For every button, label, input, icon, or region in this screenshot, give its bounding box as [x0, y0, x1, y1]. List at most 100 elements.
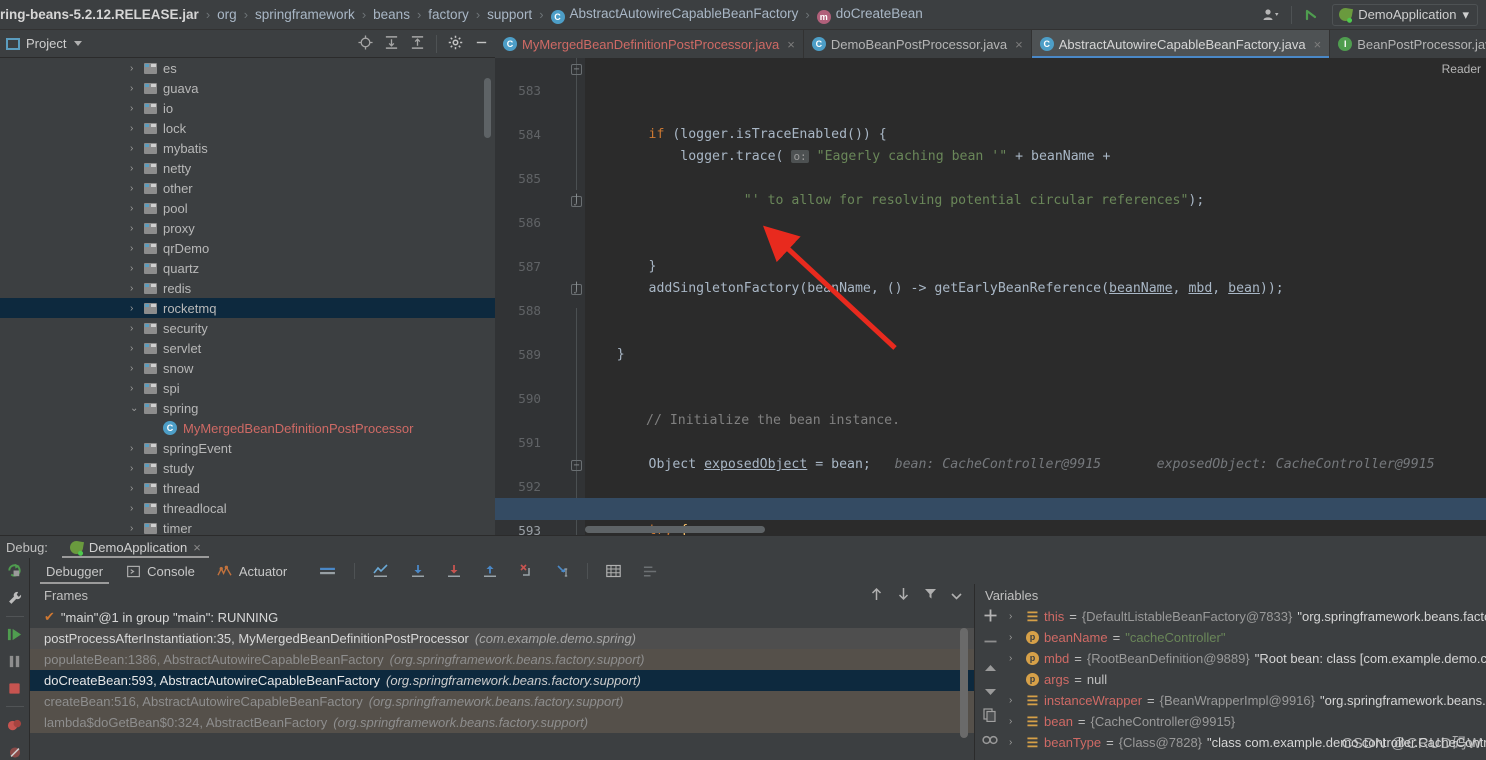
tab-console[interactable]: Console [115, 558, 205, 584]
minimize-icon[interactable] [474, 35, 489, 52]
code-line[interactable]: 585 "' to allow for resolving potential … [495, 146, 1486, 208]
tree-item-es[interactable]: › es [0, 58, 495, 78]
chevron-right-icon[interactable]: › [1009, 737, 1021, 748]
tree-item-mybatis[interactable]: › mybatis [0, 138, 495, 158]
update-arrow-icon[interactable] [1302, 5, 1322, 25]
close-icon[interactable]: × [193, 540, 201, 555]
tree-item-MyMergedBeanDefinitionPostProcessor[interactable]: C MyMergedBeanDefinitionPostProcessor [0, 418, 495, 438]
chevron-right-icon[interactable]: › [130, 263, 144, 274]
filter-icon[interactable] [924, 587, 937, 603]
variable-row-bean[interactable]: › ☰ bean = {CacheController@9915} [975, 711, 1486, 732]
chevron-down-icon[interactable]: ⌄ [130, 403, 144, 414]
breadcrumb-item-org[interactable]: org [213, 7, 241, 22]
rerun-icon[interactable] [5, 562, 25, 580]
tree-item-proxy[interactable]: › proxy [0, 218, 495, 238]
chevron-right-icon[interactable]: › [130, 363, 144, 374]
tree-item-other[interactable]: › other [0, 178, 495, 198]
tree-item-quartz[interactable]: › quartz [0, 258, 495, 278]
tree-item-snow[interactable]: › snow [0, 358, 495, 378]
editor-tab-DemoBeanPostProcessor[interactable]: C DemoBeanPostProcessor.java × [804, 30, 1032, 58]
code-line[interactable]: 584 logger.trace( o: "Eagerly caching be… [495, 102, 1486, 164]
frame-row[interactable]: populateBean:1386, AbstractAutowireCapab… [30, 649, 974, 670]
chevron-right-icon[interactable]: › [130, 143, 144, 154]
breadcrumb-item-springframework[interactable]: springframework [251, 7, 359, 22]
frame-row[interactable]: lambda$doGetBean$0:324, AbstractBeanFact… [30, 712, 974, 733]
editor-tab-BeanPostProcessor[interactable]: I BeanPostProcessor.java [1330, 30, 1486, 58]
frame-row[interactable]: createBean:516, AbstractAutowireCapableB… [30, 691, 974, 712]
code-line[interactable]: 590 // Initialize the bean instance. [495, 366, 1486, 428]
editor-tab-AbstractAutowireCapableBeanFactory[interactable]: C AbstractAutowireCapableBeanFactory.jav… [1031, 30, 1331, 58]
tree-item-thread[interactable]: › thread [0, 478, 495, 498]
close-icon[interactable]: × [1314, 37, 1322, 52]
tab-actuator[interactable]: Actuator [207, 558, 297, 584]
chevron-right-icon[interactable]: › [130, 223, 144, 234]
chevron-right-icon[interactable]: › [130, 203, 144, 214]
show-execution-point-icon[interactable] [363, 558, 399, 584]
chevron-right-icon[interactable]: › [130, 163, 144, 174]
settings-list-icon[interactable] [633, 558, 668, 584]
editor-horizontal-scrollbar[interactable] [585, 526, 765, 533]
code-line[interactable]: 586 ⌡ } [495, 190, 1486, 275]
close-icon[interactable]: × [787, 37, 795, 52]
code-line[interactable]: 588 ⌡ } [495, 278, 1486, 363]
chevron-right-icon[interactable]: › [130, 323, 144, 334]
code-line[interactable]: 589 [495, 322, 1486, 362]
fold-end-icon[interactable]: ⌡ [571, 196, 582, 207]
step-over-icon[interactable] [401, 558, 435, 584]
chevron-right-icon[interactable]: › [130, 523, 144, 534]
mute-breakpoints-icon[interactable] [5, 743, 25, 760]
chevron-right-icon[interactable]: › [130, 103, 144, 114]
chevron-right-icon[interactable]: › [130, 443, 144, 454]
account-icon[interactable] [1261, 5, 1281, 25]
force-step-into-icon[interactable] [509, 558, 543, 584]
tree-item-qrDemo[interactable]: › qrDemo [0, 238, 495, 258]
code-line[interactable]: 583 − if (logger.isTraceEnabled()) { [495, 58, 1486, 142]
variable-row-args[interactable]: p args = null [975, 669, 1486, 690]
up-arrow-icon[interactable] [870, 587, 883, 604]
collapse-all-icon[interactable] [410, 35, 425, 52]
tree-item-security[interactable]: › security [0, 318, 495, 338]
pause-program-icon[interactable] [5, 653, 25, 671]
tree-item-lock[interactable]: › lock [0, 118, 495, 138]
tree-item-servlet[interactable]: › servlet [0, 338, 495, 358]
thread-row[interactable]: ✔ "main"@1 in group "main": RUNNING [30, 606, 974, 628]
code-line[interactable]: 592 − try { [495, 454, 1486, 535]
tree-item-springEvent[interactable]: › springEvent [0, 438, 495, 458]
variable-row-instanceWrapper[interactable]: › ☰ instanceWrapper = {BeanWrapperImpl@9… [975, 690, 1486, 711]
fold-marker-icon[interactable]: − [571, 64, 582, 75]
tree-item-study[interactable]: › study [0, 458, 495, 478]
chevron-right-icon[interactable]: › [130, 283, 144, 294]
breadcrumb-item-method[interactable]: m doCreateBean [813, 6, 927, 24]
tree-item-spi[interactable]: › spi [0, 378, 495, 398]
tree-item-rocketmq[interactable]: › rocketmq [0, 298, 495, 318]
expand-all-icon[interactable] [384, 35, 399, 52]
chevron-right-icon[interactable]: › [130, 303, 144, 314]
run-configuration-selector[interactable]: DemoApplication ▾ [1332, 3, 1478, 26]
chevron-right-icon[interactable]: › [1009, 653, 1021, 664]
code-editor[interactable]: Reader 583 − if (logger.isTraceEnabled()… [495, 58, 1486, 535]
layout-settings-icon[interactable] [309, 558, 346, 584]
project-panel-title[interactable]: Project [26, 36, 66, 51]
run-to-cursor-icon[interactable] [545, 558, 579, 584]
breadcrumb-item-factory[interactable]: factory [424, 7, 473, 22]
breadcrumb-item-class[interactable]: C AbstractAutowireCapableBeanFactory [547, 6, 803, 24]
tree-scrollbar[interactable] [484, 78, 491, 138]
variable-row-beanName[interactable]: › p beanName = "cacheController" [975, 627, 1486, 648]
stop-icon[interactable] [5, 679, 25, 697]
step-into-icon[interactable] [437, 558, 471, 584]
fold-marker-icon[interactable]: − [571, 460, 582, 471]
editor-code-area[interactable]: 583 − if (logger.isTraceEnabled()) { 584… [495, 58, 1486, 535]
tree-item-pool[interactable]: › pool [0, 198, 495, 218]
view-breakpoints-icon[interactable] [5, 716, 25, 734]
frames-scrollbar[interactable] [960, 628, 968, 738]
chevron-down-icon[interactable] [951, 588, 962, 603]
chevron-right-icon[interactable]: › [130, 463, 144, 474]
close-icon[interactable]: × [1015, 37, 1023, 52]
code-line[interactable]: 591 Object exposedObject = bean; bean: C… [495, 410, 1486, 472]
debug-session-tab[interactable]: DemoApplication × [61, 536, 209, 558]
tree-item-guava[interactable]: › guava [0, 78, 495, 98]
chevron-right-icon[interactable]: › [130, 63, 144, 74]
tree-item-redis[interactable]: › redis [0, 278, 495, 298]
chevron-right-icon[interactable]: › [130, 183, 144, 194]
tree-item-threadlocal[interactable]: › threadlocal [0, 498, 495, 518]
